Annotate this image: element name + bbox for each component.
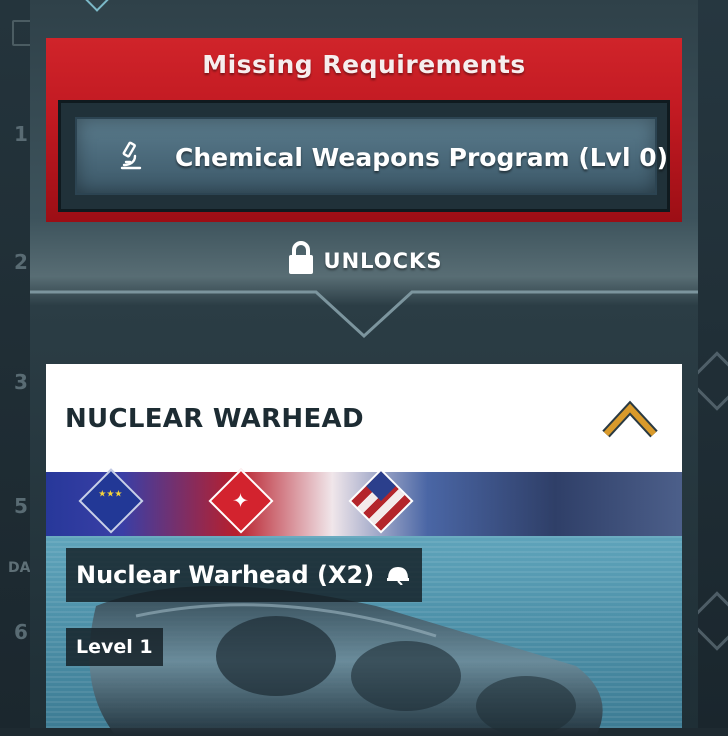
us-badge-icon xyxy=(348,468,414,534)
item-name-tag: Nuclear Warhead (X2) xyxy=(66,548,423,602)
unlocks-label: UNLOCKS xyxy=(323,249,443,273)
helmet-icon xyxy=(387,567,410,585)
requirement-label: Chemical Weapons Program (Lvl 0) xyxy=(175,143,669,172)
red-star-badge-icon xyxy=(208,468,274,534)
requirements-list: Chemical Weapons Program (Lvl 0) xyxy=(58,100,670,212)
requirement-item[interactable]: Chemical Weapons Program (Lvl 0) xyxy=(75,117,668,195)
eu-badge-icon xyxy=(78,468,144,534)
unlock-card: NUCLEAR WARHEAD ★★★ ✦ Nuclear Warhead (X… xyxy=(46,364,682,736)
missing-requirements-box: Missing Requirements Chemical Weapons Pr… xyxy=(46,38,682,222)
background-row-number: 6 xyxy=(14,620,28,644)
card-header[interactable]: NUCLEAR WARHEAD xyxy=(46,364,682,472)
background-row-number: 5 xyxy=(14,494,28,518)
item-level: Level 1 xyxy=(76,636,153,658)
chevron-rank-icon[interactable] xyxy=(602,394,658,440)
background-side-label: DA xyxy=(8,560,31,576)
item-image: Nuclear Warhead (X2) Level 1 xyxy=(46,536,682,736)
chevron-down-icon xyxy=(84,0,110,12)
missing-requirements-title: Missing Requirements xyxy=(202,50,526,79)
pointer-arrow xyxy=(30,290,698,339)
unlocks-header: UNLOCKS xyxy=(30,240,698,280)
background-list: 1 2 3 5 DA 6 xyxy=(0,0,32,728)
requirements-panel: Missing Requirements Chemical Weapons Pr… xyxy=(30,0,698,736)
microscope-icon xyxy=(120,141,142,170)
background-row-number: 3 xyxy=(14,370,28,394)
calendar-icon xyxy=(12,20,32,46)
lock-icon xyxy=(288,241,313,274)
background-row-number: 2 xyxy=(14,250,28,274)
level-tag: Level 1 xyxy=(66,628,163,666)
faction-banner xyxy=(46,468,682,536)
background-row-number: 1 xyxy=(14,122,28,146)
item-name: Nuclear Warhead (X2) xyxy=(76,561,375,589)
card-title: NUCLEAR WARHEAD xyxy=(65,404,364,434)
